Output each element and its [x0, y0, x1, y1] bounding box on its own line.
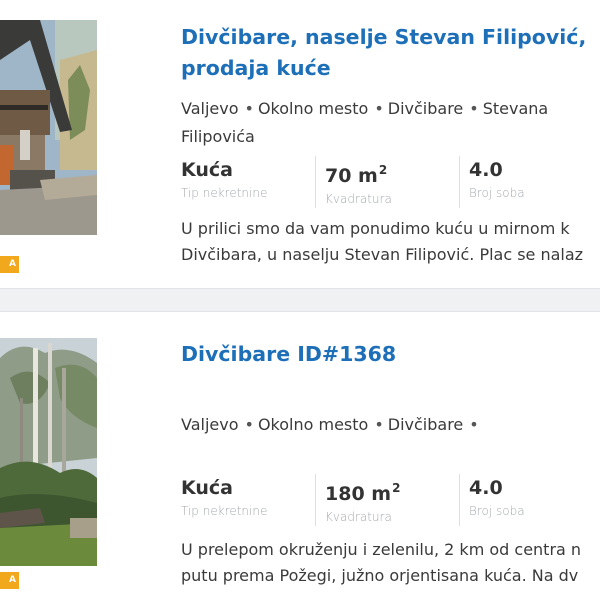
fact-value: 180 m2: [325, 474, 459, 508]
listing-location: Valjevo • Okolno mesto • Divčibare • Stevana F…: [181, 95, 600, 151]
fact-label: Kvadratura: [325, 510, 392, 524]
listing-description: U prelepom okruženju i zelenilu, 2 km od…: [181, 537, 600, 589]
listing-card[interactable]: A Divčibare, naselje Stevan Filipović, p…: [0, 0, 600, 288]
listing-photo-forest[interactable]: [0, 338, 97, 566]
description-line: putu prema Požegi, južno orjentisana kuć…: [181, 566, 579, 585]
fact-unit-exponent: 2: [378, 163, 388, 177]
title-line[interactable]: prodaja kuće: [181, 53, 600, 84]
fact-value: Kuća: [181, 477, 233, 499]
location-area: Okolno mesto: [257, 99, 369, 118]
title-line[interactable]: Divčibare ID#1368: [181, 339, 600, 370]
fact-value: 4.0: [469, 477, 503, 499]
description-line: U prilici smo da vam ponudimo kuću u mir…: [181, 219, 570, 238]
fact-label: Kvadratura: [325, 192, 392, 206]
location-area: Okolno mesto: [257, 415, 369, 434]
fact-value-number: 70 m: [325, 165, 378, 187]
listing-card[interactable]: A Divčibare ID#1368 Valjevo • Okolno mesto…: [0, 312, 600, 600]
description-line: U prelepom okruženju i zelenilu, 2 km od…: [181, 540, 582, 559]
listing-facts: Kuća Tip nekretnine 70 m2 Kvadratura 4.0…: [181, 156, 600, 208]
fact-label: Tip nekretnine: [181, 186, 268, 200]
description-line: Divčibara, u naselju Stevan Filipović. P…: [181, 245, 584, 264]
listing-location: Valjevo • Okolno mesto • Divčibare •: [181, 411, 600, 439]
location-separator: •: [469, 415, 479, 434]
listing-badge: A: [0, 256, 19, 273]
fact-type: Kuća Tip nekretnine: [181, 156, 315, 208]
fact-rooms: 4.0 Broj soba: [459, 156, 600, 208]
location-street: Stevana: [482, 99, 549, 118]
location-street-cont: Filipovića: [181, 127, 255, 146]
title-line[interactable]: Divčibare, naselje Stevan Filipović,: [181, 22, 600, 53]
fact-label: Tip nekretnine: [181, 504, 268, 518]
location-separator: •: [244, 415, 254, 434]
location-city: Valjevo: [181, 415, 239, 434]
fact-type: Kuća Tip nekretnine: [181, 474, 315, 526]
listing-facts: Kuća Tip nekretnine 180 m2 Kvadratura 4.…: [181, 474, 600, 526]
listing-title[interactable]: Divčibare ID#1368: [181, 339, 600, 370]
fact-rooms: 4.0 Broj soba: [459, 474, 600, 526]
location-separator: •: [244, 99, 254, 118]
location-separator: •: [374, 415, 384, 434]
listing-divider: [0, 288, 600, 312]
fact-value: 4.0: [469, 159, 503, 181]
listing-description: U prilici smo da vam ponudimo kuću u mir…: [181, 216, 600, 268]
fact-value: Kuća: [181, 159, 233, 181]
fact-value-number: 180 m: [325, 483, 392, 505]
listing-photo-house[interactable]: [0, 20, 97, 235]
location-place: Divčibare: [387, 99, 464, 118]
location-place: Divčibare: [387, 415, 464, 434]
location-city: Valjevo: [181, 99, 239, 118]
fact-unit-exponent: 2: [392, 481, 401, 495]
fact-label: Broj soba: [469, 186, 525, 200]
fact-area: 180 m2 Kvadratura: [315, 474, 459, 526]
fact-value: 70 m2: [325, 156, 459, 190]
fact-label: Broj soba: [469, 504, 525, 518]
listing-badge: A: [0, 572, 19, 589]
location-separator: •: [374, 99, 384, 118]
listing-title[interactable]: Divčibare, naselje Stevan Filipović, pro…: [181, 22, 600, 84]
fact-area: 70 m2 Kvadratura: [315, 156, 459, 208]
location-separator: •: [469, 99, 479, 118]
